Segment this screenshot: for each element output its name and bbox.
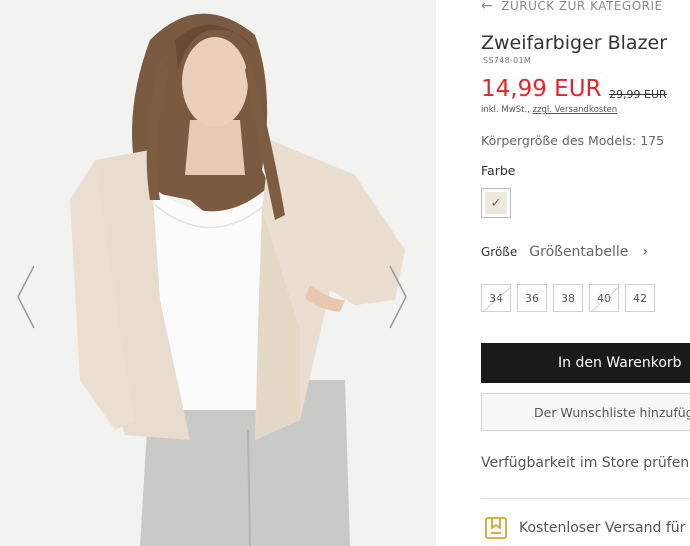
tax-text: inkl. MwSt., [481, 105, 530, 115]
product-details-panel: ← ZURÜCK ZUR KATEGORIE Zweifarbiger Blaz… [481, 0, 690, 546]
gallery-next-button[interactable] [384, 262, 412, 332]
shipping-costs-link[interactable]: zzgl. Versandkosten [533, 105, 618, 115]
size-chart-link[interactable]: Größentabelle [529, 244, 628, 260]
divider [481, 498, 690, 499]
add-to-wishlist-button[interactable]: Der Wunschliste hinzufügen [481, 393, 690, 431]
product-photo [0, 0, 436, 546]
size-option[interactable]: 34 [481, 284, 511, 312]
size-option[interactable]: 42 [625, 284, 655, 312]
chevron-right-icon [389, 265, 407, 329]
product-title: Zweifarbiger Blazer [481, 32, 668, 54]
gallery-prev-button[interactable] [12, 262, 40, 332]
free-shipping-info: Kostenloser Versand für [483, 516, 685, 540]
color-label: Farbe [481, 163, 516, 178]
arrow-left-icon: ← [481, 0, 494, 14]
product-image-gallery [0, 0, 436, 546]
size-header: Größe Größentabelle › [481, 244, 648, 260]
current-price: 14,99 EUR [481, 76, 602, 102]
color-swatch-beige[interactable]: ✓ [481, 188, 511, 218]
back-link-label: ZURÜCK ZUR KATEGORIE [501, 0, 663, 13]
product-sku: SS748-01M [483, 56, 532, 65]
size-option[interactable]: 36 [517, 284, 547, 312]
size-option[interactable]: 38 [553, 284, 583, 312]
old-price: 29,99 EUR [609, 88, 667, 101]
checkmark-icon: ✓ [485, 192, 507, 214]
package-icon [485, 517, 507, 539]
tax-info: inkl. MwSt., zzgl. Versandkosten [481, 105, 617, 115]
model-height: Körpergröße des Models: 175 [481, 133, 665, 148]
size-option[interactable]: 40 [589, 284, 619, 312]
add-to-cart-button[interactable]: In den Warenkorb [481, 343, 690, 383]
back-to-category-link[interactable]: ← ZURÜCK ZUR KATEGORIE [481, 0, 663, 14]
chevron-right-icon[interactable]: › [642, 244, 648, 260]
chevron-left-icon [17, 265, 35, 329]
free-shipping-label: Kostenloser Versand für [519, 520, 686, 536]
size-label: Größe [481, 245, 518, 259]
check-store-availability-link[interactable]: Verfügbarkeit im Store prüfen [481, 455, 689, 471]
size-selector: 34 36 38 40 42 [481, 284, 655, 312]
